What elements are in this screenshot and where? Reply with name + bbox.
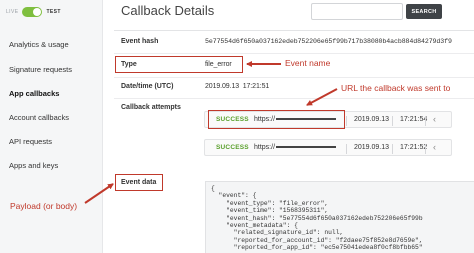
annotation-url: URL the callback was sent to [341, 83, 451, 93]
annotation-arrows [84, 61, 338, 204]
payload-arrow [84, 183, 114, 204]
annotation-event-name: Event name [285, 58, 331, 68]
url-arrow [306, 88, 338, 106]
annotation-payload: Payload (or body) [10, 201, 78, 211]
